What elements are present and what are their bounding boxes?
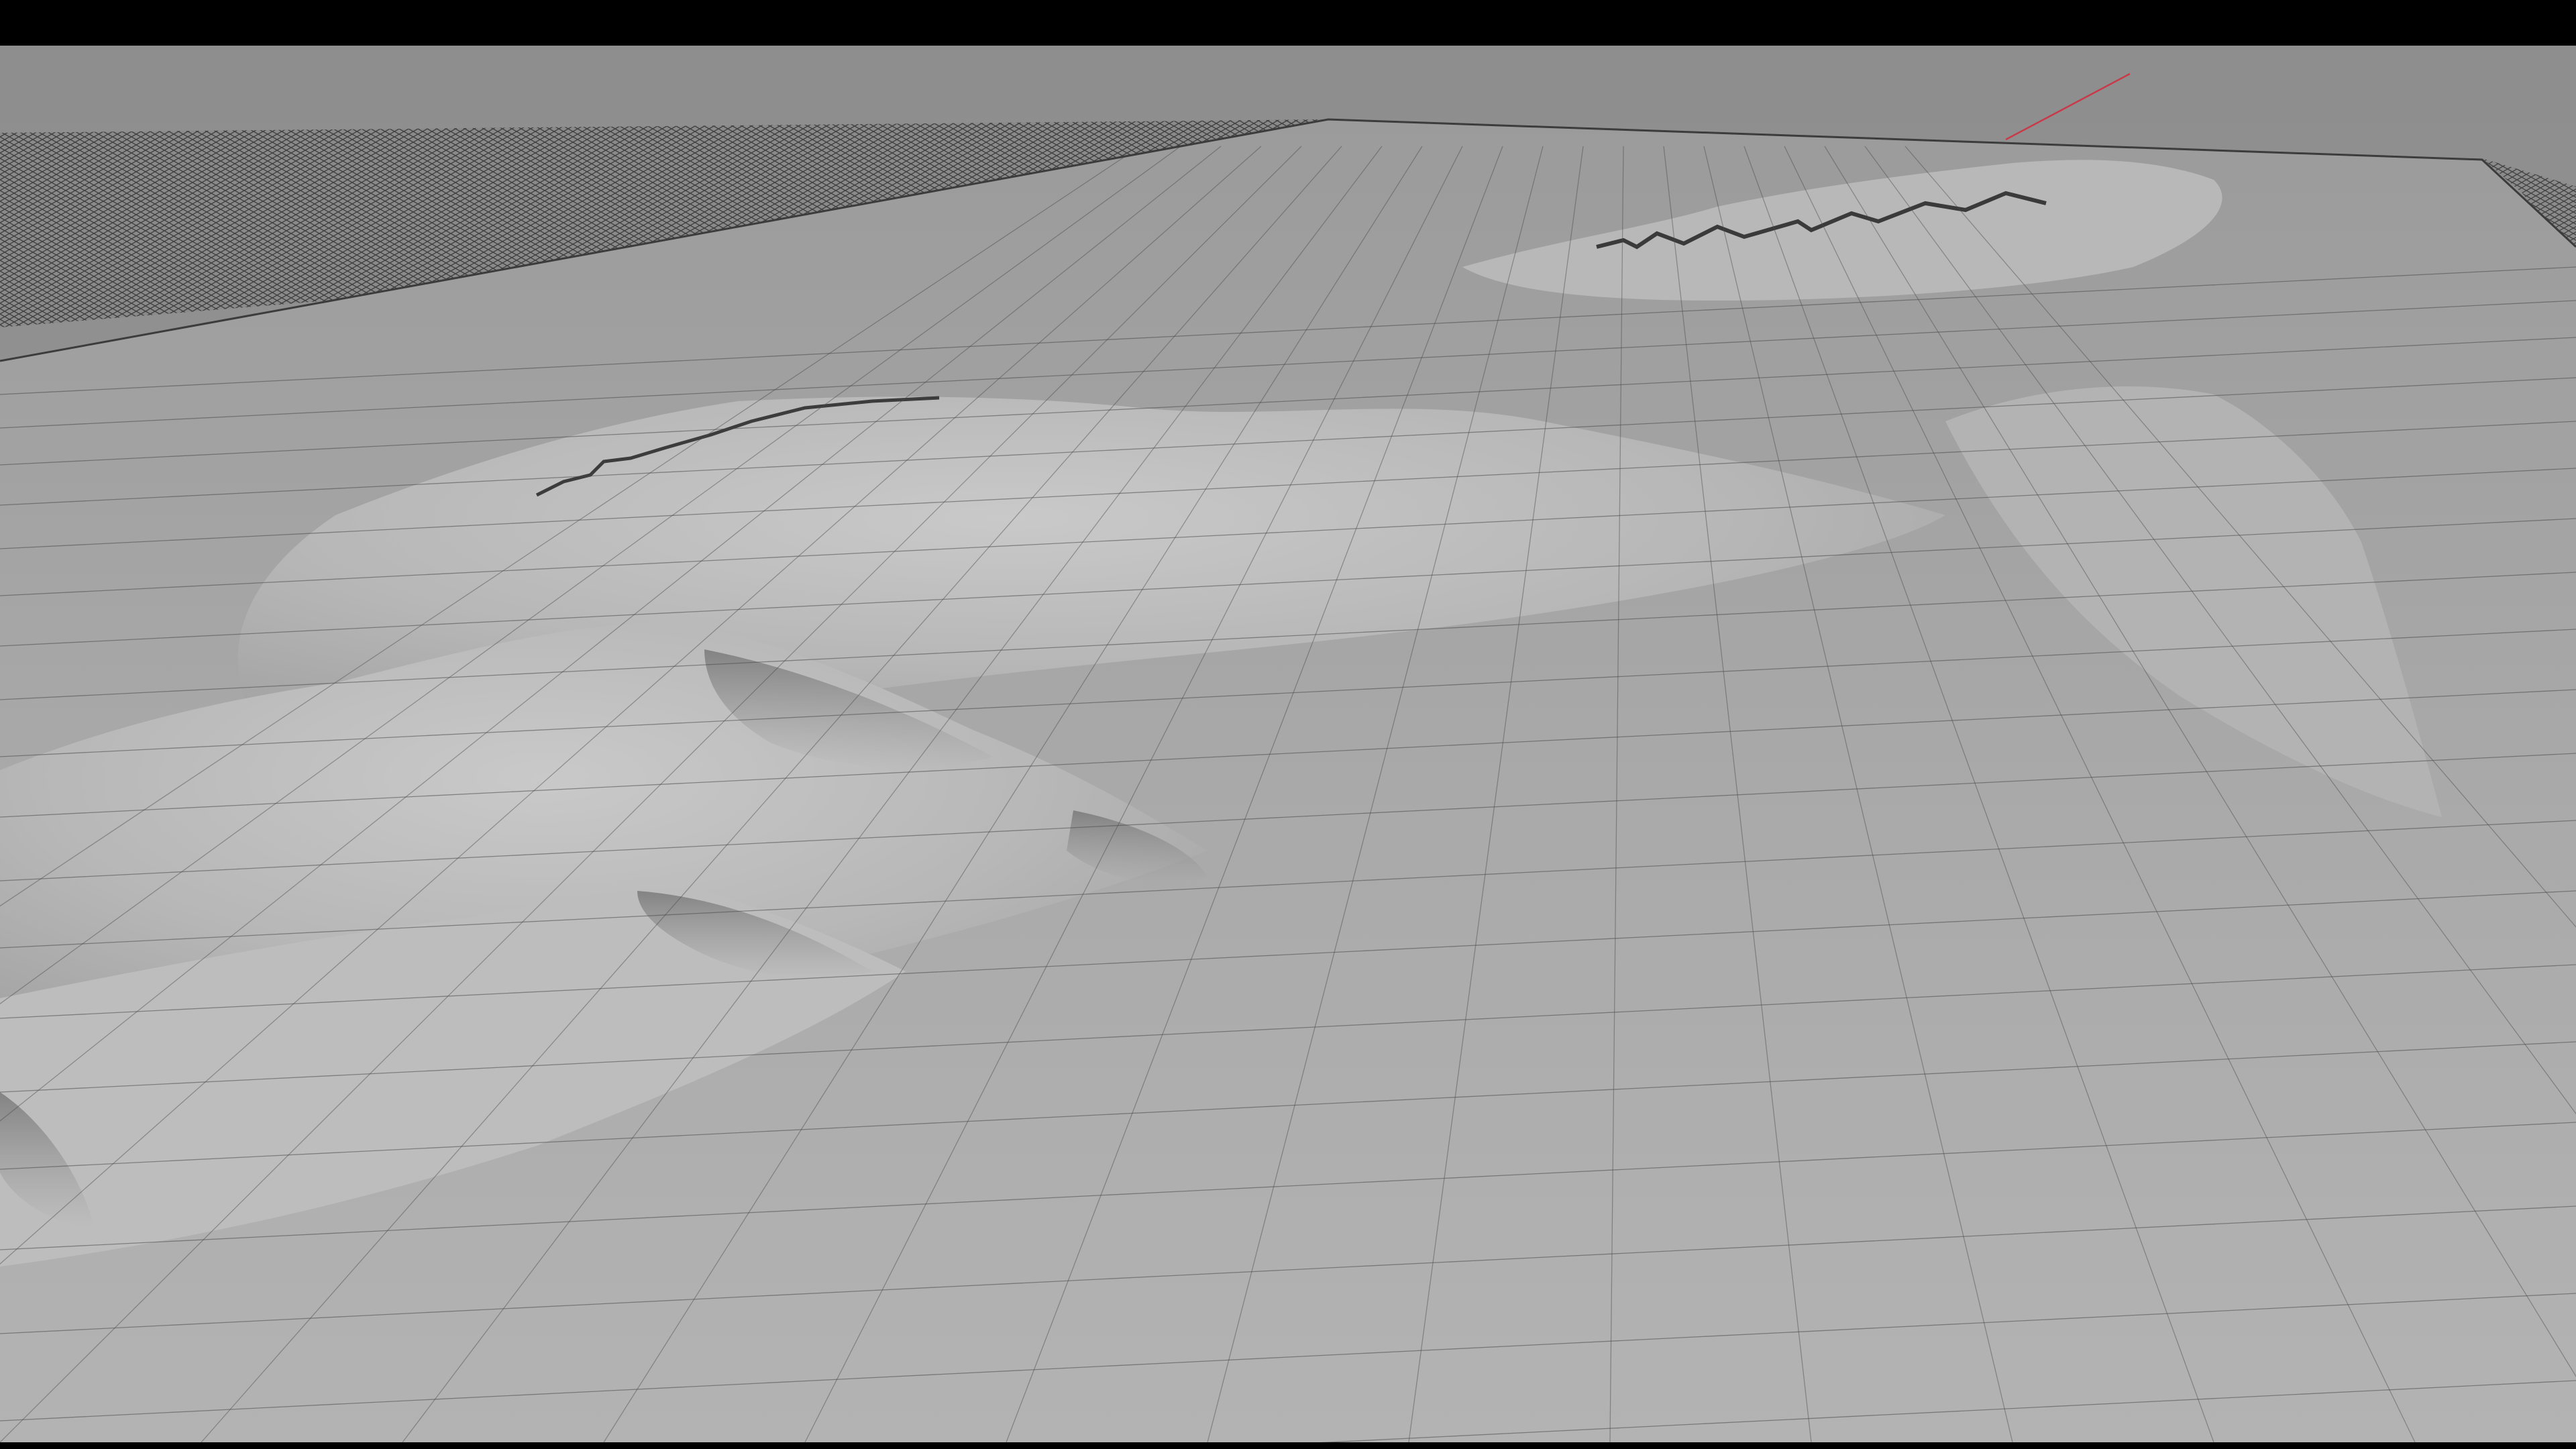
letterbox-top: [0, 0, 2576, 46]
3d-viewport[interactable]: [0, 0, 2576, 1449]
letterbox-bottom: [0, 1442, 2576, 1449]
viewport-scene[interactable]: [0, 46, 2576, 1442]
